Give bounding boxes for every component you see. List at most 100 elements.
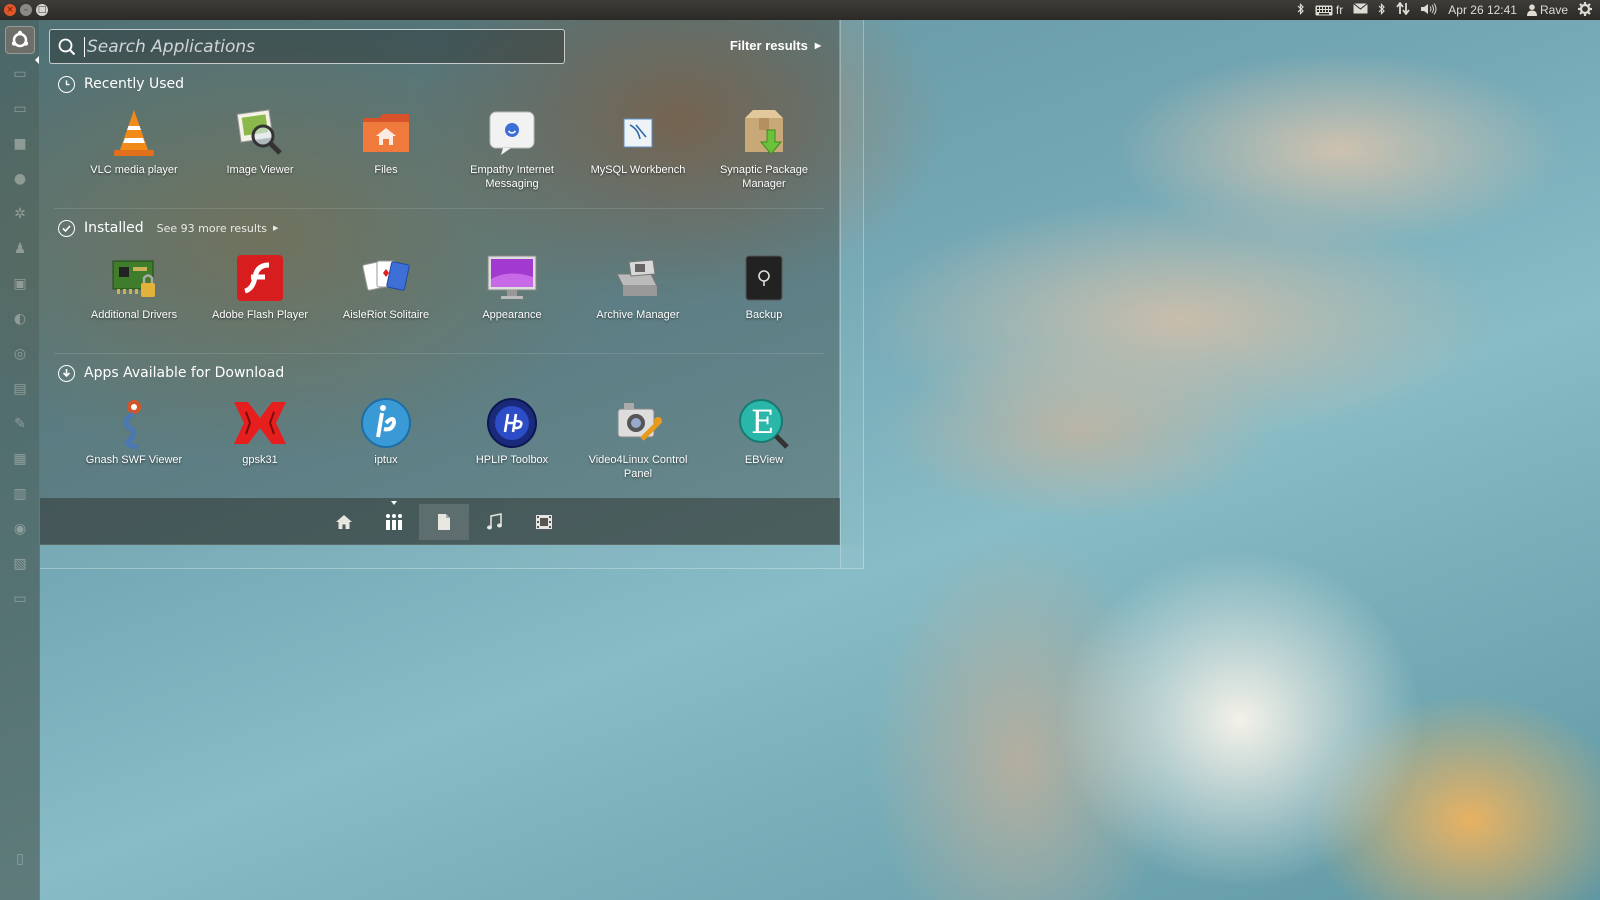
trash-launcher-icon[interactable]: ▯	[5, 845, 35, 873]
user-indicator[interactable]: Rave	[1526, 3, 1568, 17]
app-label: Archive Manager	[596, 309, 680, 321]
bluetooth-icon[interactable]	[1297, 2, 1305, 18]
app-label: HPLIP Toolbox	[475, 454, 549, 466]
video-launcher-icon[interactable]: ▧	[5, 550, 35, 578]
keyboard-layout-label: fr	[1335, 3, 1344, 17]
dash-border-bottom	[40, 545, 864, 569]
app-tile[interactable]: Empathy Internet Messaging	[449, 105, 575, 191]
lens-video-button[interactable]	[519, 504, 569, 540]
app-tile[interactable]: HPLIP Toolbox	[449, 395, 575, 481]
applications-icon	[386, 513, 402, 530]
app-tile[interactable]: iptux	[323, 395, 449, 481]
video-icon	[536, 514, 552, 529]
hplip-icon	[484, 395, 540, 451]
lens-home-button[interactable]	[319, 504, 369, 540]
system-monitor-launcher-icon[interactable]: ▭	[5, 60, 35, 88]
keyboard-layout-indicator[interactable]: fr	[1315, 3, 1343, 17]
window-launcher-icon[interactable]: ▭	[5, 585, 35, 613]
bluetooth-icon[interactable]	[1378, 2, 1386, 18]
app-tile[interactable]: Backup	[701, 250, 827, 322]
close-button[interactable]: ×	[4, 4, 16, 16]
maximize-icon: □	[37, 4, 47, 15]
image-launcher-icon[interactable]: ▣	[5, 270, 35, 298]
volume-icon[interactable]	[1420, 2, 1438, 18]
app-tile[interactable]: Files	[323, 105, 449, 191]
dash-border-right	[840, 20, 864, 568]
app-tile[interactable]: Appearance	[449, 250, 575, 322]
launcher: ▭ ▭ ■ ● ✲ ♟ ▣ ◐ ◎ ▤ ✎ ▦ ▥ ◉ ▧ ▭ ▯	[0, 20, 40, 900]
chevron-right-icon: ▶	[273, 224, 279, 232]
image-viewer-icon	[232, 105, 288, 161]
see-more-label: See 93 more results	[156, 221, 268, 235]
files-launcher-icon[interactable]: ■	[5, 130, 35, 158]
section-header-download: Apps Available for Download	[58, 362, 284, 384]
app-tile[interactable]: Synaptic Package Manager	[701, 105, 827, 191]
dash: Filter results ▶ Recently Used VLC media…	[40, 20, 840, 545]
gpsk31-icon	[232, 395, 288, 451]
camera-launcher-icon[interactable]: ◉	[5, 515, 35, 543]
user-launcher-icon[interactable]: ♟	[5, 235, 35, 263]
app-tile[interactable]: gpsk31	[197, 395, 323, 481]
empathy-icon	[484, 105, 540, 161]
app-label: Additional Drivers	[90, 309, 178, 321]
maximize-button[interactable]: □	[36, 4, 48, 16]
app-tile[interactable]: Gnash SWF Viewer	[71, 395, 197, 481]
datetime-indicator[interactable]: Apr 26 12:41	[1448, 3, 1517, 17]
installed-apps-row: Additional Drivers Adobe Flash Player Ai…	[71, 250, 827, 322]
app-tile[interactable]: MySQL Workbench	[575, 105, 701, 191]
vlc-icon	[106, 105, 162, 161]
search-box[interactable]	[49, 29, 565, 64]
disc-launcher-icon[interactable]: ◎	[5, 340, 35, 368]
iptux-icon	[358, 395, 414, 451]
top-panel: × – □ fr Apr 26 12:41 Rave	[0, 0, 1600, 20]
app-tile[interactable]: VLC media player	[71, 105, 197, 191]
chevron-right-icon: ▶	[814, 41, 821, 50]
workspace-launcher-icon[interactable]: ▥	[5, 480, 35, 508]
chat-launcher-icon[interactable]: ◐	[5, 305, 35, 333]
section-title: Installed	[84, 220, 144, 236]
additional-drivers-icon	[106, 250, 162, 306]
app-label: Video4Linux Control Panel	[588, 454, 688, 480]
app-tile[interactable]: AisleRiot Solitaire	[323, 250, 449, 322]
user-icon	[1526, 4, 1537, 16]
section-header-installed: Installed See 93 more results ▶	[58, 217, 278, 239]
lens-applications-button[interactable]	[369, 500, 419, 540]
app-tile[interactable]: Adobe Flash Player	[197, 250, 323, 322]
ebview-icon: E	[736, 395, 792, 451]
app-tile[interactable]: Image Viewer	[197, 105, 323, 191]
minimize-button[interactable]: –	[20, 4, 32, 16]
dash-home-button[interactable]	[5, 26, 35, 54]
editor-launcher-icon[interactable]: ✎	[5, 410, 35, 438]
mail-icon[interactable]	[1353, 3, 1369, 17]
network-icon[interactable]	[1396, 1, 1410, 18]
gear-icon[interactable]	[1578, 1, 1592, 19]
recent-apps-row: VLC media player Image Viewer Files Empa…	[71, 105, 827, 191]
section-title: Recently Used	[84, 76, 185, 92]
close-icon: ×	[6, 4, 14, 15]
app-tile[interactable]: Video4Linux Control Panel	[575, 395, 701, 481]
search-input[interactable]	[84, 36, 544, 57]
lens-music-button[interactable]	[469, 504, 519, 540]
filter-results-button[interactable]: Filter results ▶	[730, 38, 821, 53]
app-tile[interactable]: E EBView	[701, 395, 827, 481]
section-divider	[54, 208, 824, 209]
settings-launcher-icon[interactable]: ✲	[5, 200, 35, 228]
terminal-launcher-icon[interactable]: ▭	[5, 95, 35, 123]
checkmark-icon	[58, 219, 75, 237]
app-label: AisleRiot Solitaire	[342, 309, 430, 321]
app-label: Appearance	[482, 309, 542, 321]
browser-launcher-icon[interactable]: ●	[5, 165, 35, 193]
filter-results-label: Filter results	[729, 38, 808, 53]
app-label: MySQL Workbench	[590, 164, 686, 176]
lens-bar	[40, 498, 840, 545]
app-tile[interactable]: Additional Drivers	[71, 250, 197, 322]
see-more-results-link[interactable]: See 93 more results ▶	[157, 222, 279, 235]
photo-launcher-icon[interactable]: ▦	[5, 445, 35, 473]
drive-launcher-icon[interactable]: ▤	[5, 375, 35, 403]
app-tile[interactable]: Archive Manager	[575, 250, 701, 322]
mysql-workbench-icon	[610, 105, 666, 161]
app-label: Image Viewer	[226, 164, 294, 176]
archive-manager-icon	[610, 250, 666, 306]
lens-files-button[interactable]	[419, 503, 469, 540]
indicator-area: fr Apr 26 12:41 Rave	[1297, 1, 1600, 19]
